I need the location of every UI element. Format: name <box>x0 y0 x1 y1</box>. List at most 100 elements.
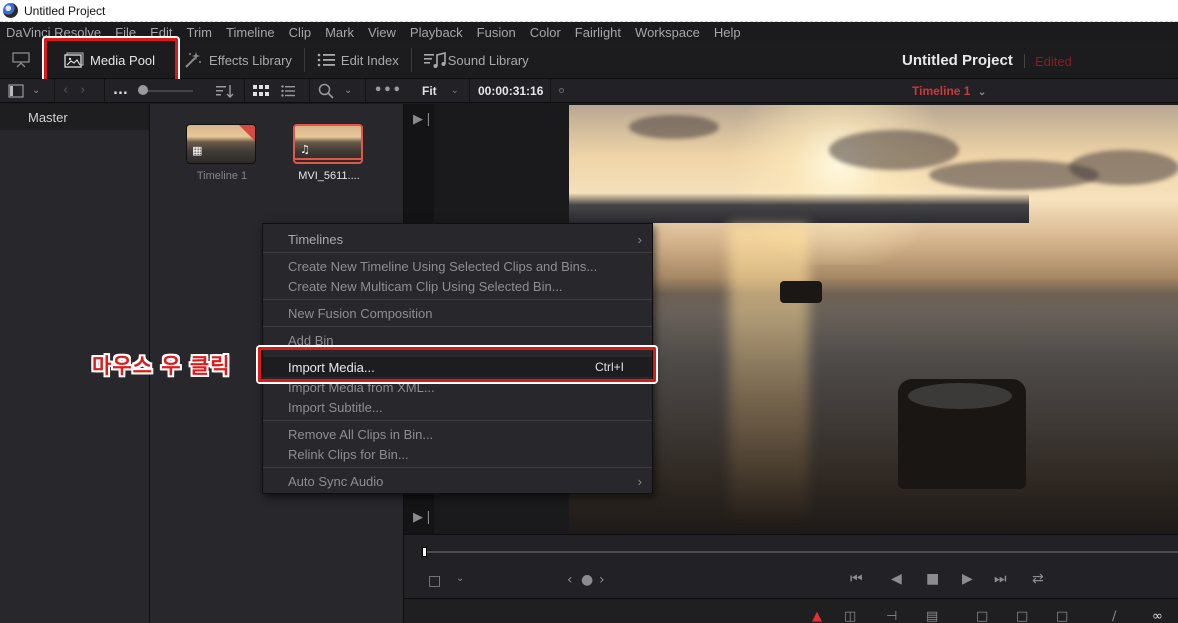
menu-divider <box>263 299 652 300</box>
clip-item-video[interactable]: ♫ MVI_5611.... <box>293 124 365 182</box>
sort-button[interactable] <box>208 78 245 103</box>
menu-edit[interactable]: Edit <box>150 25 172 40</box>
more-options-button[interactable]: ••• <box>366 79 404 103</box>
zoom-fit-dropdown[interactable]: Fit ⌄ <box>404 78 470 103</box>
video-small-post <box>780 281 822 303</box>
menu-playback[interactable]: Playback <box>410 25 463 40</box>
menu-divider <box>263 420 652 421</box>
music-list-icon <box>423 52 446 68</box>
go-to-end-icon[interactable]: ▶❘ <box>413 112 434 127</box>
bin-master[interactable]: Master <box>0 104 149 130</box>
bin-master-label: Master <box>28 109 68 125</box>
bin-path-text: ... <box>113 83 128 98</box>
keyframe-dot-icon[interactable]: ● <box>581 572 593 588</box>
menu-color[interactable]: Color <box>530 25 561 40</box>
sound-library-label: Sound Library <box>447 52 529 68</box>
trim-tool-icon[interactable]: ◫ <box>844 609 856 623</box>
timecode-display[interactable]: 00:00:31:16 <box>470 78 551 103</box>
more-options-icon: ••• <box>374 83 402 98</box>
status-dot-icon <box>559 88 564 93</box>
chevron-down-icon[interactable]: ⌄ <box>32 85 40 96</box>
project-title-divider <box>1024 54 1025 68</box>
menu-trim[interactable]: Trim <box>187 25 213 40</box>
clip-thumbnail[interactable]: ▦ <box>186 124 256 164</box>
insert-clip-icon[interactable]: □ <box>976 609 988 623</box>
clip-selection-bar <box>295 158 361 160</box>
play-reverse-icon[interactable]: ◀ <box>891 571 902 587</box>
menu-item-remove-all-clips[interactable]: Remove All Clips in Bin... <box>263 424 652 444</box>
menu-item-relink-clips[interactable]: Relink Clips for Bin... <box>263 444 652 464</box>
video-city-skyline <box>569 193 1029 223</box>
go-to-end-icon[interactable]: ▶❘ <box>413 510 434 525</box>
jump-to-end-icon[interactable]: ⏭ <box>994 571 1007 587</box>
effects-library-button[interactable]: Effects Library <box>175 42 300 79</box>
magic-wand-icon <box>183 51 203 69</box>
scrubber-track[interactable] <box>424 551 1178 553</box>
menu-fusion[interactable]: Fusion <box>477 25 516 40</box>
dynamic-trim-icon[interactable]: ⊣ <box>886 609 897 623</box>
bin-list-toggle[interactable]: ⌄ <box>0 78 55 103</box>
menu-workspace[interactable]: Workspace <box>635 25 700 40</box>
menu-item-auto-sync-audio[interactable]: Auto Sync Audio › <box>263 471 652 491</box>
list-icon <box>317 53 335 67</box>
sound-library-button[interactable]: Sound Library <box>416 42 537 79</box>
safe-area-icon[interactable]: □ <box>428 573 441 589</box>
loop-icon[interactable]: ⇄ <box>1032 571 1044 587</box>
menu-divider <box>263 326 652 327</box>
grid-view-icon[interactable] <box>253 84 269 97</box>
video-sun-reflection <box>729 225 809 525</box>
video-cloud <box>629 115 719 139</box>
menu-item-label: Create New Multicam Clip Using Selected … <box>288 278 563 294</box>
chevron-down-icon[interactable]: ⌄ <box>456 573 464 584</box>
menu-item-timelines[interactable]: Timelines › <box>263 229 652 249</box>
bin-path: ... <box>105 79 208 103</box>
slider-knob[interactable] <box>137 84 148 95</box>
menu-help[interactable]: Help <box>714 25 741 40</box>
video-frame[interactable] <box>569 105 1178 534</box>
menu-item-label: Add Bin <box>288 332 334 348</box>
workspace-toggle-button[interactable] <box>0 42 42 79</box>
menu-file[interactable]: File <box>115 25 136 40</box>
list-view-icon[interactable] <box>281 84 295 97</box>
overwrite-clip-icon[interactable]: □ <box>1016 609 1028 623</box>
submenu-arrow-icon: › <box>637 473 642 489</box>
menu-item-import-media-from-xml[interactable]: Import Media from XML... <box>263 377 652 397</box>
jump-to-start-icon[interactable]: ⏮ <box>850 571 863 587</box>
menu-view[interactable]: View <box>368 25 396 40</box>
menu-item-create-new-timeline[interactable]: Create New Timeline Using Selected Clips… <box>263 256 652 276</box>
chevron-down-icon[interactable]: ⌄ <box>344 85 352 96</box>
menu-item-create-multicam-clip[interactable]: Create New Multicam Clip Using Selected … <box>263 276 652 296</box>
replace-clip-icon[interactable]: □ <box>1056 609 1068 623</box>
selection-arrow-icon[interactable]: ▲ <box>812 609 822 623</box>
menu-fairlight[interactable]: Fairlight <box>575 25 621 40</box>
previous-keyframe-icon[interactable]: ‹ <box>567 572 573 588</box>
playhead[interactable] <box>422 547 427 557</box>
edit-index-button[interactable]: Edit Index <box>309 42 407 79</box>
snapping-icon[interactable]: ∕ <box>1112 609 1116 623</box>
menu-item-import-media[interactable]: Import Media... Ctrl+I <box>263 357 652 377</box>
menu-item-import-subtitle[interactable]: Import Subtitle... <box>263 397 652 417</box>
next-keyframe-icon[interactable]: › <box>599 572 605 588</box>
media-pool-button[interactable]: Media Pool <box>56 42 163 79</box>
clip-item-timeline[interactable]: ▦ Timeline 1 <box>186 124 258 182</box>
blade-tool-icon[interactable]: ▤ <box>926 609 938 623</box>
link-icon[interactable]: ∞ <box>1152 609 1163 623</box>
menu-timeline[interactable]: Timeline <box>226 25 275 40</box>
forward-arrow-icon[interactable]: › <box>80 83 85 98</box>
menu-davinci-resolve[interactable]: DaVinci Resolve <box>6 25 101 40</box>
stop-icon[interactable]: ■ <box>926 571 939 587</box>
timeline-selector[interactable]: Timeline 1 ⌄ <box>912 84 986 98</box>
menu-item-label: Import Media... <box>288 359 375 375</box>
menu-item-add-bin[interactable]: Add Bin <box>263 330 652 350</box>
clip-name: Timeline 1 <box>196 170 248 182</box>
search-button[interactable]: ⌄ <box>310 78 366 103</box>
menu-mark[interactable]: Mark <box>325 25 354 40</box>
media-pool-icon <box>64 52 84 68</box>
timeline-name: Timeline 1 <box>912 84 971 98</box>
menu-clip[interactable]: Clip <box>289 25 311 40</box>
thumbnail-zoom-slider[interactable] <box>137 84 193 95</box>
play-icon[interactable]: ▶ <box>962 571 973 587</box>
menu-item-new-fusion-composition[interactable]: New Fusion Composition <box>263 303 652 323</box>
clip-thumbnail[interactable]: ♫ <box>293 124 363 164</box>
back-arrow-icon[interactable]: ‹ <box>63 83 68 98</box>
